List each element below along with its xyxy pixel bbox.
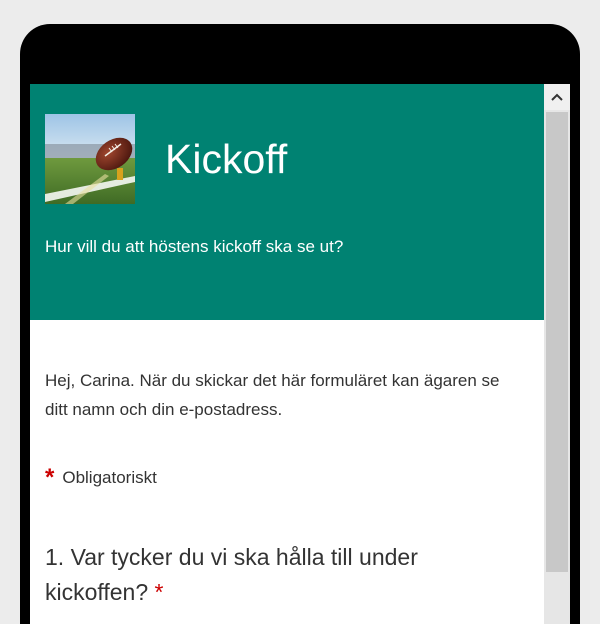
american-football-image — [45, 114, 135, 204]
form-viewport: Kickoff Hur vill du att höstens kickoff … — [30, 84, 570, 624]
privacy-notice: Hej, Carina. När du skickar det här form… — [45, 371, 500, 419]
form-header: Kickoff Hur vill du att höstens kickoff … — [30, 84, 544, 320]
question-required-asterisk: * — [154, 579, 164, 605]
form-title: Kickoff — [165, 136, 288, 182]
scrollbar-thumb[interactable] — [546, 112, 568, 572]
form-body: Hej, Carina. När du skickar det här form… — [45, 366, 515, 610]
required-legend: * Obligatoriskt — [45, 464, 515, 491]
question-1: 1. Var tycker du vi ska hålla till under… — [45, 540, 515, 610]
chevron-up-icon — [551, 93, 563, 101]
scroll-up-button[interactable] — [544, 84, 570, 110]
required-label: Obligatoriskt — [62, 468, 157, 487]
phone-frame: Kickoff Hur vill du att höstens kickoff … — [20, 24, 580, 624]
required-asterisk: * — [45, 464, 55, 491]
vertical-scrollbar[interactable] — [544, 84, 570, 624]
question-title: 1. Var tycker du vi ska hålla till under… — [45, 544, 418, 605]
form-subtitle: Hur vill du att höstens kickoff ska se u… — [45, 237, 344, 256]
header-image — [45, 114, 135, 204]
